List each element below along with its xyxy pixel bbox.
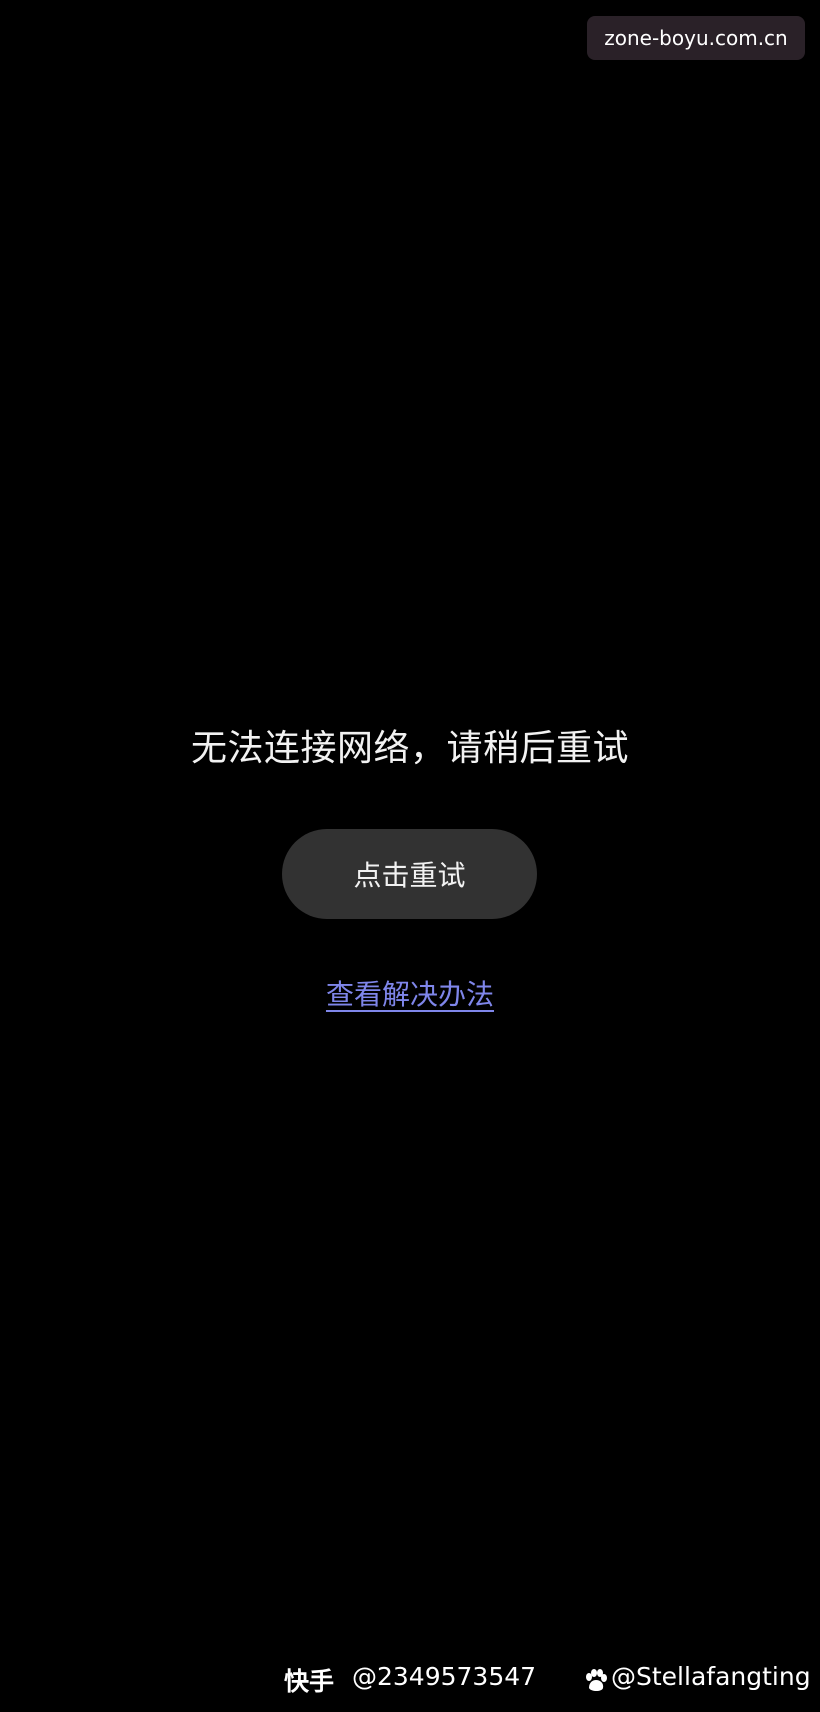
site-watermark: zone-boyu.com.cn: [587, 16, 805, 60]
footer-watermark: 快手 @2349573547 @Stellafangting: [0, 1658, 820, 1698]
retry-button[interactable]: 点击重试: [282, 829, 537, 919]
view-solution-link[interactable]: 查看解决办法: [326, 978, 494, 1011]
footer-handle: @Stellafangting: [611, 1662, 811, 1691]
site-watermark-text: zone-boyu.com.cn: [604, 26, 788, 50]
solution-link-container: 查看解决办法: [0, 975, 820, 1015]
footer-user-id: @2349573547: [352, 1662, 537, 1691]
footer-brand: 快手: [284, 1667, 335, 1696]
paw-icon: [586, 1669, 607, 1691]
retry-button-label: 点击重试: [353, 859, 466, 892]
error-message: 无法连接网络，请稍后重试: [190, 728, 629, 769]
